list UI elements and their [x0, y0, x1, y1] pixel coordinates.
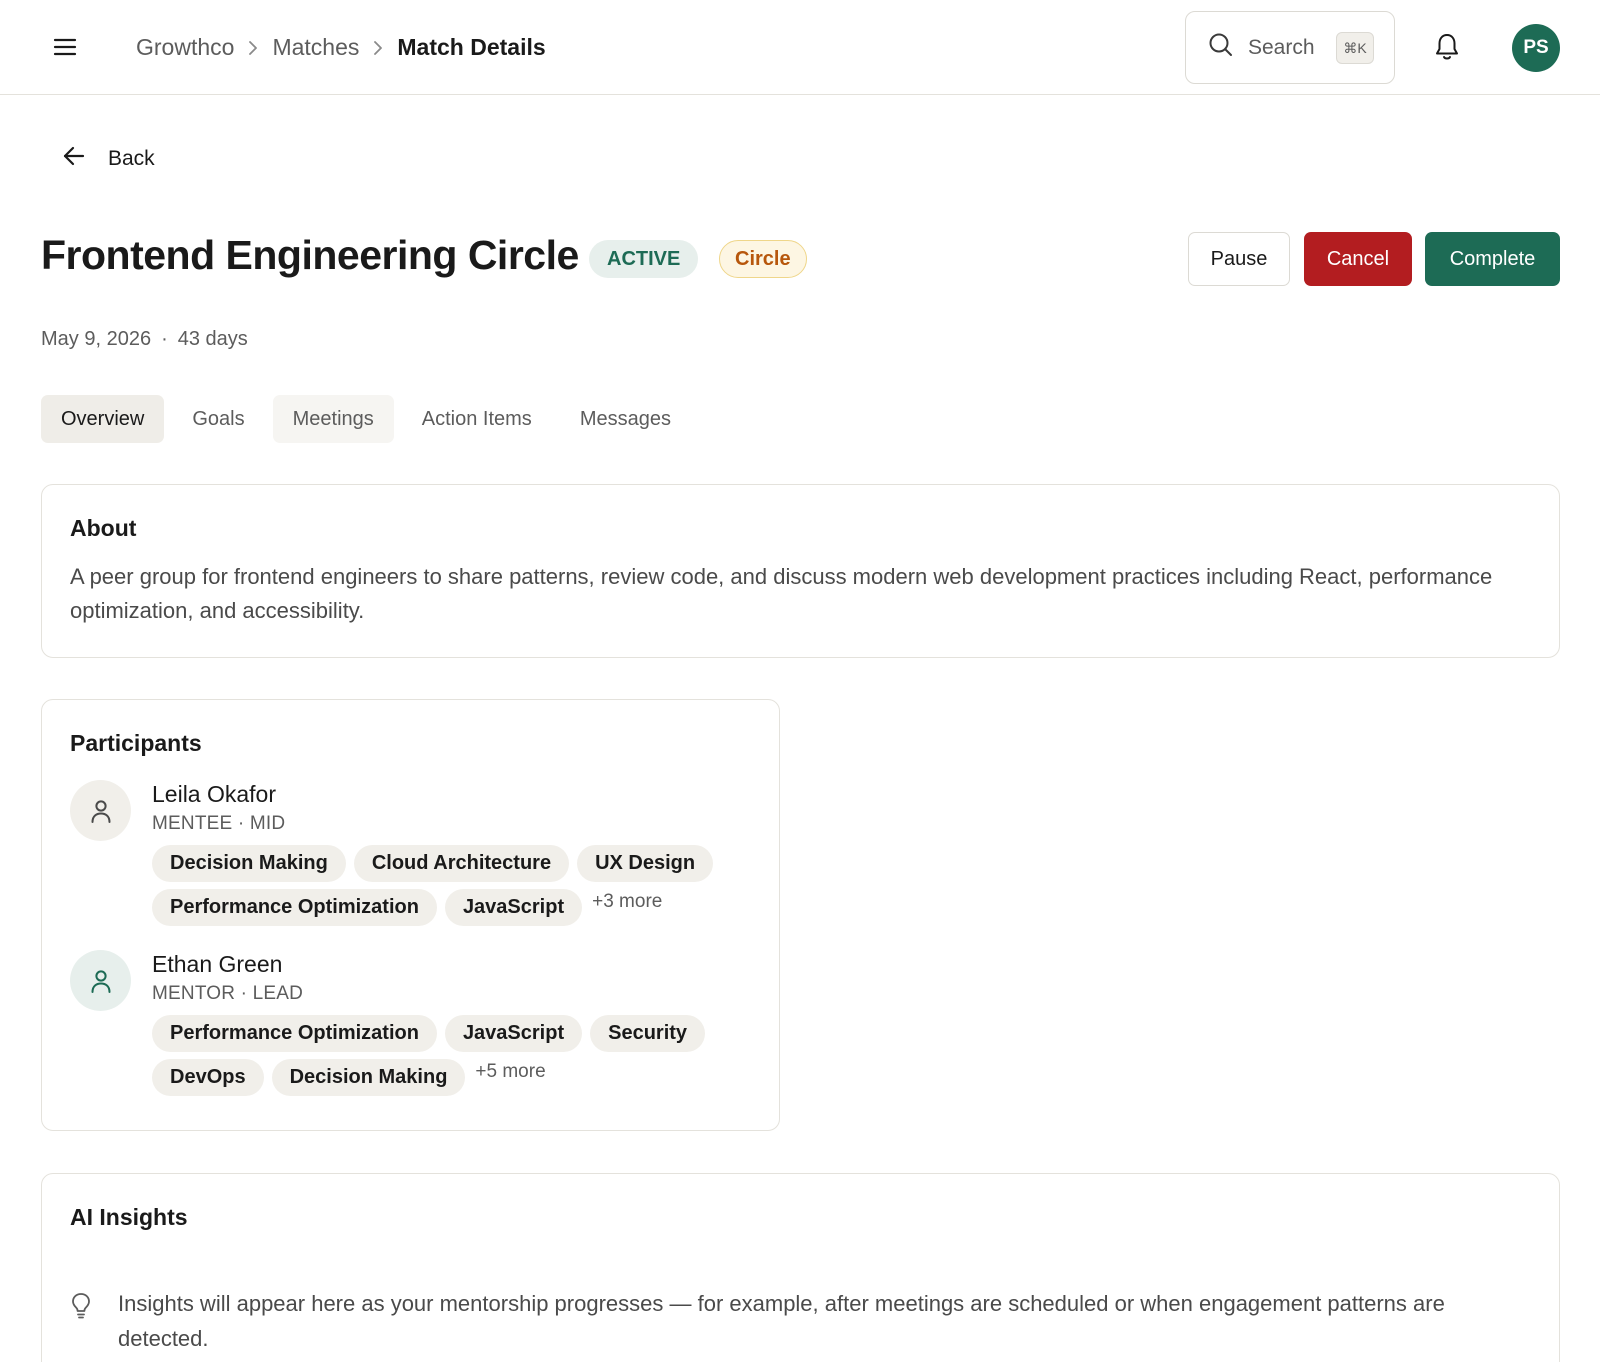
- skill-tags: Performance Optimization JavaScript Secu…: [152, 1015, 742, 1103]
- skill-tags: Decision Making Cloud Architecture UX De…: [152, 845, 742, 933]
- search-label: Search: [1248, 35, 1315, 59]
- tab-goals[interactable]: Goals: [172, 395, 264, 443]
- tab-messages[interactable]: Messages: [560, 395, 691, 443]
- arrow-left-icon: [62, 145, 86, 172]
- breadcrumb-match-details: Match Details: [397, 34, 546, 60]
- user-icon: [70, 780, 131, 841]
- skill-tag: Cloud Architecture: [353, 845, 570, 882]
- breadcrumb: Growthco Matches Match Details: [136, 0, 546, 95]
- skill-tag: Performance Optimization: [152, 1015, 437, 1052]
- about-title: About: [70, 515, 137, 541]
- tab-overview[interactable]: Overview: [41, 395, 165, 443]
- tab-meetings[interactable]: Meetings: [272, 395, 394, 443]
- participants-title: Participants: [70, 730, 202, 756]
- skill-tag: JavaScript: [444, 1015, 583, 1052]
- meta-separator: ·: [161, 328, 168, 350]
- search-icon: [1208, 32, 1234, 63]
- more-skills-link[interactable]: +5 more: [475, 1061, 545, 1083]
- ai-insights-empty-state: Insights will appear here as your mentor…: [70, 1286, 1520, 1356]
- more-skills-link[interactable]: +3 more: [592, 891, 662, 913]
- back-label: Back: [108, 146, 155, 170]
- search-shortcut-badge: ⌘K: [1336, 32, 1374, 64]
- breadcrumb-matches[interactable]: Matches: [272, 34, 359, 61]
- back-button[interactable]: Back: [62, 145, 155, 172]
- lightbulb-icon: [70, 1286, 98, 1356]
- complete-button[interactable]: Complete: [1425, 232, 1560, 286]
- tab-bar: Overview Goals Meetings Action Items Mes…: [41, 395, 699, 443]
- page-title: Frontend Engineering Circle: [41, 232, 579, 278]
- bell-icon[interactable]: [1430, 29, 1464, 65]
- ai-insights-card: AI Insights Insights will appear here as…: [41, 1173, 1560, 1362]
- tab-action-items[interactable]: Action Items: [402, 395, 552, 443]
- ai-insights-title: AI Insights: [70, 1204, 188, 1230]
- participant-info: Ethan Green MENTOR · LEAD Performance Op…: [152, 950, 752, 1103]
- participant-info: Leila Okafor MENTEE · MID Decision Makin…: [152, 780, 752, 933]
- status-badge: ACTIVE: [589, 240, 699, 278]
- skill-tag: Decision Making: [271, 1059, 466, 1096]
- ai-insights-text: Insights will appear here as your mentor…: [118, 1291, 1445, 1351]
- skill-tag: UX Design: [577, 845, 714, 882]
- skill-tag: Security: [590, 1015, 706, 1052]
- match-duration: 43 days: [177, 328, 248, 350]
- participant-name[interactable]: Leila Okafor: [152, 780, 752, 808]
- search-button[interactable]: Search ⌘K: [1185, 11, 1395, 84]
- match-date: May 9, 2026: [41, 328, 152, 350]
- participant-role: MENTOR · LEAD: [152, 983, 304, 1004]
- skill-tag: Performance Optimization: [152, 889, 437, 926]
- about-card: About A peer group for frontend engineer…: [41, 484, 1560, 658]
- skill-tag: Decision Making: [152, 845, 346, 882]
- about-text: A peer group for frontend engineers to s…: [70, 564, 1493, 623]
- user-avatar[interactable]: PS: [1512, 24, 1560, 72]
- skill-tag: DevOps: [152, 1059, 264, 1096]
- participant-name[interactable]: Ethan Green: [152, 950, 752, 978]
- pause-button[interactable]: Pause: [1188, 232, 1290, 286]
- participants-card: Participants Leila Okafor MENTEE · MID D…: [41, 699, 780, 1131]
- match-meta: May 9, 2026 · 43 days: [41, 328, 248, 351]
- top-bar: Growthco Matches Match Details Search ⌘K…: [0, 0, 1600, 95]
- breadcrumb-growthco[interactable]: Growthco: [136, 34, 234, 61]
- cancel-button[interactable]: Cancel: [1304, 232, 1412, 286]
- participant-role: MENTEE · MID: [152, 813, 286, 834]
- chevron-right-icon: [359, 40, 397, 56]
- skill-tag: JavaScript: [444, 889, 583, 926]
- user-icon: [70, 950, 131, 1011]
- chevron-right-icon: [234, 40, 272, 56]
- match-type-badge: Circle: [719, 240, 807, 278]
- menu-icon[interactable]: [48, 30, 82, 64]
